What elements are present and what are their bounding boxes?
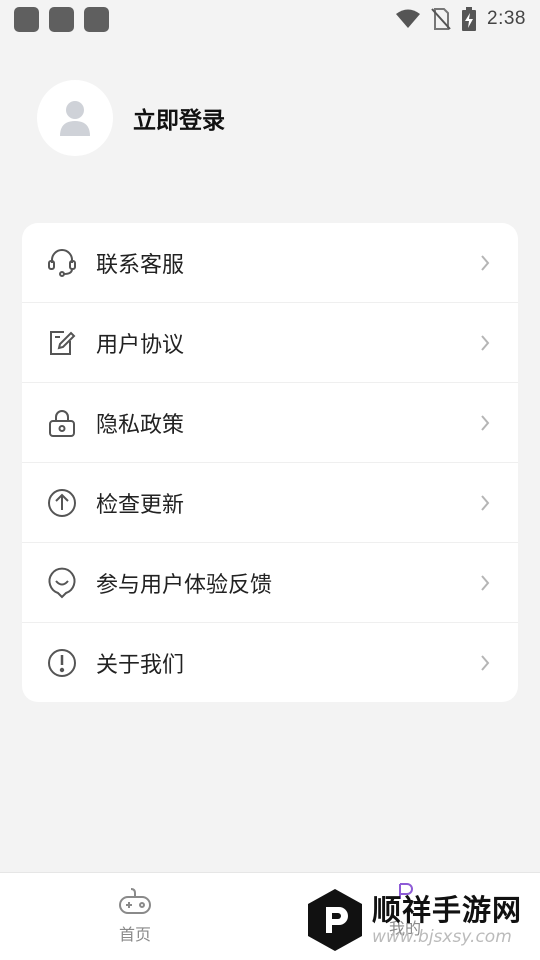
profile-header[interactable]: 立即登录 xyxy=(37,80,225,156)
watermark-text: 顺祥手游网 www.bjsxsy.com xyxy=(372,893,522,947)
nav-tab-label: 首页 xyxy=(118,925,151,944)
headset-icon xyxy=(46,247,78,279)
watermark: 顺祥手游网 www.bjsxsy.com xyxy=(306,885,536,955)
chevron-right-icon xyxy=(481,574,490,591)
edit-document-icon xyxy=(46,327,78,359)
clock: 2:38 xyxy=(487,8,526,29)
chevron-right-icon xyxy=(481,494,490,511)
chevron-right-icon xyxy=(481,334,490,351)
status-bar: 2:38 xyxy=(0,0,540,38)
watermark-url: www.bjsxsy.com xyxy=(372,927,512,947)
menu-item-customer-service[interactable]: 联系客服 xyxy=(22,223,518,303)
menu-item-label: 检查更新 xyxy=(96,492,185,518)
menu-item-about-us[interactable]: 关于我们 xyxy=(22,623,518,702)
menu-item-check-update[interactable]: 检查更新 xyxy=(22,463,518,543)
lock-icon xyxy=(46,407,78,439)
system-status: 2:38 xyxy=(395,7,526,31)
chevron-right-icon xyxy=(481,655,490,671)
nav-tab-home[interactable]: 首页 xyxy=(100,885,170,945)
site-logo-icon xyxy=(308,889,362,951)
avatar[interactable] xyxy=(37,80,113,156)
menu-item-feedback[interactable]: 参与用户体验反馈 xyxy=(22,543,518,623)
arrow-up-circle-icon xyxy=(46,487,78,519)
user-placeholder-icon xyxy=(60,101,90,136)
gamepad-icon xyxy=(119,888,151,914)
feedback-smile-icon xyxy=(46,567,78,599)
settings-menu: 联系客服 用户协议 隐私政策 检查更新 参与用户体验反馈 关于我们 xyxy=(22,223,518,702)
battery-charging-icon xyxy=(462,7,477,31)
chevron-right-icon xyxy=(481,254,490,271)
chevron-right-icon xyxy=(481,414,490,431)
menu-item-label: 联系客服 xyxy=(96,252,185,278)
no-sim-icon xyxy=(431,8,451,30)
login-link[interactable]: 立即登录 xyxy=(133,101,225,135)
notification-icon xyxy=(84,6,109,32)
watermark-title: 顺祥手游网 xyxy=(372,893,523,927)
menu-item-privacy-policy[interactable]: 隐私政策 xyxy=(22,383,518,463)
menu-item-label: 参与用户体验反馈 xyxy=(96,572,273,598)
menu-item-user-agreement[interactable]: 用户协议 xyxy=(22,303,518,383)
menu-item-label: 隐私政策 xyxy=(96,412,185,438)
info-exclamation-icon xyxy=(46,647,78,679)
notification-icon xyxy=(49,6,74,32)
menu-item-label: 关于我们 xyxy=(96,653,185,678)
notification-icons xyxy=(14,6,109,32)
wifi-icon xyxy=(396,9,421,28)
notification-icon xyxy=(14,6,39,32)
menu-item-label: 用户协议 xyxy=(96,332,185,358)
